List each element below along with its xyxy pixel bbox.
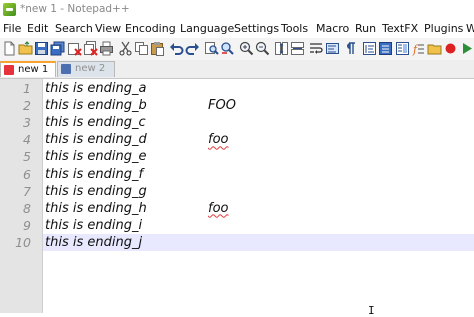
- editor-line[interactable]: 3 this is ending_c: [0, 114, 474, 131]
- line-suffix-word: foo: [208, 132, 229, 148]
- editor-line[interactable]: 5 this is ending_e: [0, 148, 474, 165]
- tab-new-2[interactable]: new 2: [57, 61, 115, 77]
- unsaved-file-icon: [4, 65, 14, 75]
- line-text: this is ending_b: [45, 98, 147, 114]
- line-number: 9: [23, 217, 31, 233]
- close-icon[interactable]: [67, 41, 82, 56]
- document-map-icon[interactable]: [395, 41, 410, 56]
- menu-view[interactable]: View: [95, 22, 121, 35]
- line-number: 5: [23, 149, 31, 165]
- play-macro-icon[interactable]: [459, 41, 474, 56]
- line-text: this is ending_e: [45, 149, 147, 165]
- menu-plugins[interactable]: Plugins: [424, 22, 463, 35]
- title-bar: *new 1 - Notepad++: [0, 0, 474, 20]
- line-number: 10: [15, 234, 31, 250]
- save-all-icon[interactable]: [50, 41, 65, 56]
- cut-icon[interactable]: [118, 41, 133, 56]
- line-text: this is ending_j: [45, 234, 143, 250]
- menu-textfx[interactable]: TextFX: [382, 22, 418, 35]
- editor-line[interactable]: 8 this is ending_h foo: [0, 200, 474, 217]
- svg-text:f: f: [412, 43, 419, 56]
- user-defined-language-icon[interactable]: [378, 41, 393, 56]
- sync-horizontal-scroll-icon[interactable]: [290, 41, 305, 56]
- line-number: 7: [23, 183, 31, 199]
- new-file-icon[interactable]: [2, 41, 17, 56]
- find-icon[interactable]: [204, 41, 219, 56]
- menu-window[interactable]: W: [466, 22, 474, 35]
- tab-bar: new 1 new 2: [0, 60, 474, 79]
- record-macro-icon[interactable]: [443, 41, 458, 56]
- menu-tools[interactable]: Tools: [281, 22, 308, 35]
- folder-as-workspace-icon[interactable]: [427, 41, 442, 56]
- replace-icon[interactable]: [220, 41, 235, 56]
- undo-icon[interactable]: [169, 41, 184, 56]
- menu-file[interactable]: File: [3, 22, 21, 35]
- menu-settings[interactable]: Settings: [234, 22, 279, 35]
- zoom-in-icon[interactable]: [239, 41, 254, 56]
- line-text: this is ending_c: [45, 115, 146, 131]
- line-suffix-word: FOO: [208, 98, 236, 114]
- editor-line[interactable]: 9 this is ending_i: [0, 217, 474, 234]
- menu-run[interactable]: Run: [355, 22, 376, 35]
- text-cursor-ibeam-icon: I: [368, 304, 375, 317]
- line-text: this is ending_d: [45, 132, 147, 148]
- open-file-icon[interactable]: [18, 41, 33, 56]
- editor-line[interactable]: 10 this is ending_j: [0, 233, 474, 251]
- menu-macro[interactable]: Macro: [316, 22, 349, 35]
- line-number: 2: [23, 98, 31, 114]
- line-number: 3: [23, 115, 31, 131]
- notepad-plus-plus-app-icon: [3, 3, 16, 16]
- zoom-out-icon[interactable]: [255, 41, 270, 56]
- window-title: *new 1 - Notepad++: [20, 3, 130, 15]
- line-text: this is ending_f: [45, 166, 144, 182]
- copy-icon[interactable]: [134, 41, 149, 56]
- close-all-icon[interactable]: [83, 41, 98, 56]
- print-icon[interactable]: [99, 41, 114, 56]
- show-all-characters-icon[interactable]: [325, 41, 340, 56]
- editor-line[interactable]: 4 this is ending_d foo: [0, 131, 474, 148]
- paragraph-mark-icon[interactable]: [343, 41, 358, 56]
- menu-language[interactable]: Language: [180, 22, 234, 35]
- saved-file-icon: [61, 64, 71, 74]
- editor-line[interactable]: 2 this is ending_b FOO: [0, 97, 474, 114]
- paste-icon[interactable]: [150, 41, 165, 56]
- line-text: this is ending_g: [45, 183, 147, 199]
- editor-line[interactable]: 6 this is ending_f: [0, 166, 474, 183]
- line-number: 4: [23, 132, 31, 148]
- line-text: this is ending_a: [45, 81, 147, 96]
- tab-new-1[interactable]: new 1: [0, 61, 56, 77]
- editor-line[interactable]: 7 this is ending_g: [0, 183, 474, 200]
- word-wrap-icon[interactable]: [309, 41, 324, 56]
- line-suffix-word: foo: [208, 200, 229, 216]
- line-text: this is ending_i: [45, 217, 143, 233]
- line-number: 6: [23, 166, 31, 182]
- menu-bar: File Edit Search View Encoding Language …: [0, 20, 474, 38]
- save-icon[interactable]: [34, 41, 49, 56]
- menu-search[interactable]: Search: [55, 22, 93, 35]
- tab-label: new 2: [75, 63, 106, 74]
- sync-vertical-scroll-icon[interactable]: [274, 41, 289, 56]
- menu-encoding[interactable]: Encoding: [125, 22, 176, 35]
- indent-guide-icon[interactable]: [362, 41, 377, 56]
- redo-icon[interactable]: [185, 41, 200, 56]
- tab-label: new 1: [18, 64, 49, 75]
- function-list-icon[interactable]: f: [411, 41, 426, 56]
- line-number: 1: [23, 81, 31, 96]
- menu-edit[interactable]: Edit: [27, 22, 48, 35]
- line-text: this is ending_h: [45, 200, 147, 216]
- editor-line[interactable]: 1 this is ending_a: [0, 80, 474, 97]
- line-number: 8: [23, 200, 31, 216]
- toolbar: f: [0, 38, 474, 61]
